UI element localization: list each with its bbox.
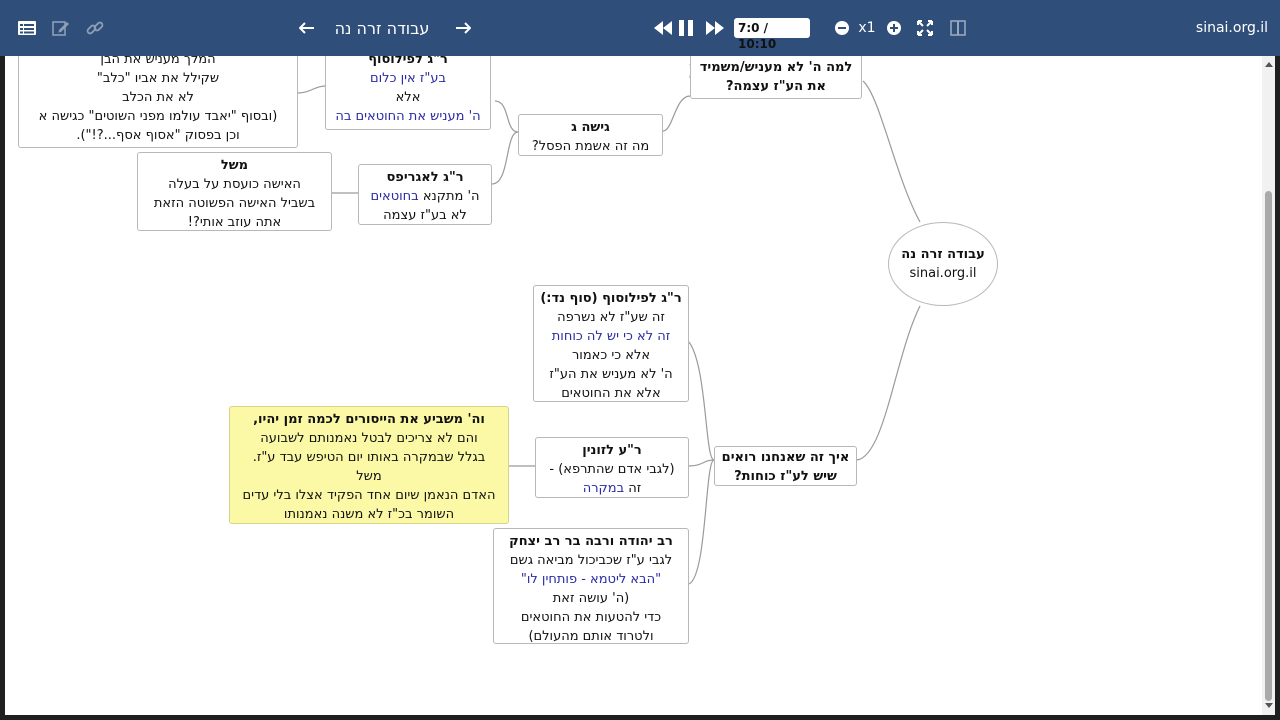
philosopher-top-line3: ה' מעניש את החוטאים בה [335, 109, 481, 124]
mashal-top-title: משל [220, 158, 249, 173]
philosopher-top-title: ר"ג לפילוסוף [368, 56, 448, 67]
king-punishes-son-node[interactable]: המלך מעניש את הבן שקילל את אביו "כלב" לא… [18, 56, 298, 148]
vertical-scrollbar[interactable] [1262, 56, 1275, 715]
mashal-top-line3: אתה עוזב אותי?! [187, 215, 282, 230]
arrow-right-icon[interactable] [450, 0, 476, 56]
arrow-left-icon[interactable] [294, 0, 320, 56]
scroll-thumb[interactable] [1265, 191, 1272, 701]
plus-icon[interactable] [884, 0, 904, 56]
top-left-line2: שקילל את אביו "כלב" [96, 71, 220, 86]
root-node[interactable]: עבודה זרה נה sinai.org.il [888, 222, 998, 306]
mashal-top-node[interactable]: משל האישה כועסת על בעלה בשביל האישה הפשו… [137, 152, 332, 231]
top-toolbar: עבודה זרה נה 7:0 / 10:10 x1 sinai.org.il [0, 0, 1280, 56]
page-title: עבודה זרה נה [334, 18, 430, 38]
powers-question-node[interactable]: איך זה שאנחנו רואים שיש לע"ז כוחות? [714, 446, 857, 486]
rav-yehuda-node[interactable]: רב יהודה ורבה בר רב יצחק לגבי ע"ז שכביכו… [493, 528, 689, 644]
philosopher-end-title: ר"ג לפילוסוף (סוף נד:) [540, 291, 682, 306]
split-view-icon[interactable] [946, 0, 970, 56]
oath-note-line1: והם לא צריכים לבטל נאמנותם לשבועה [260, 431, 478, 446]
oath-note-line5: השומר בכ"ז לא משנה נאמנותו [283, 507, 455, 522]
pause-icon[interactable] [675, 0, 697, 56]
rewind-icon[interactable] [650, 0, 676, 56]
window-frame-bottom [0, 715, 1280, 720]
agrippas-line1-b: בחוטאים [370, 189, 419, 204]
rav-yehuda-line3: (ה' עושה זאת [552, 591, 630, 606]
list-icon[interactable] [14, 0, 40, 56]
top-left-line5: וכן בפסוק "אסוף אסף...?!"). [76, 128, 240, 143]
oath-note-line3: משל [356, 469, 382, 484]
philosopher-end-line1: זה שע"ז לא נשרפה [557, 310, 665, 325]
philosopher-top-line2: אלא [395, 90, 421, 105]
top-left-line3: לא את הכלב [122, 90, 194, 105]
zunin-title: ר"ע לזונין [582, 443, 642, 458]
philosopher-end-line2: זה לא כי יש לה כוחות [551, 329, 671, 344]
link-icon[interactable] [82, 0, 108, 56]
agrippas-title: ר"ג לאגריפס [386, 170, 464, 185]
philosopher-top-node[interactable]: ר"ג לפילוסוף בע"ז אין כלום אלא ה' מעניש … [325, 56, 491, 130]
time-display: 7:0 / 10:10 [734, 0, 810, 56]
rav-yehuda-title: רב יהודה ורבה בר רב יצחק [509, 534, 673, 549]
edit-icon[interactable] [48, 0, 74, 56]
oath-note-line4: האדם הנאמן שיום אחד הפקיד אצלו בלי עדים [242, 488, 496, 503]
minus-icon[interactable] [832, 0, 852, 56]
agrippas-node[interactable]: ר"ג לאגריפס ה' מתקנא בחוטאים לא בע"ז עצמ… [358, 164, 492, 225]
speed-label: x1 [858, 20, 876, 36]
scroll-down-icon[interactable] [1265, 703, 1273, 708]
philosopher-top-line1: בע"ז אין כלום [370, 71, 446, 86]
powers-line2: שיש לע"ז כוחות? [734, 469, 837, 484]
mindmap-canvas[interactable]: עבודה זרה נה sinai.org.il למה ה' לא מעני… [5, 56, 1262, 715]
fast-forward-icon[interactable] [702, 0, 728, 56]
zunin-node[interactable]: ר"ע לזונין (לגבי אדם שהתרפא) - זה במקרה [535, 437, 689, 498]
approach-g-title: גישה ג [571, 120, 610, 135]
why-node-title: למה ה' לא מעניש/משמיד [699, 60, 853, 75]
mashal-top-line1: האישה כועסת על בעלה [168, 177, 301, 192]
why-not-punish-node[interactable]: למה ה' לא מעניש/משמיד את הע"ז עצמה? [690, 56, 862, 99]
agrippas-line2: לא בע"ז עצמה [383, 208, 467, 223]
philosopher-end-line4: ה' לא מעניש את הע"ז [549, 367, 673, 382]
fullscreen-icon[interactable] [914, 0, 936, 56]
philosopher-end-line3: אלא כי כאמור [571, 348, 651, 363]
mashal-top-line2: בשביל האישה הפשוטה הזאת [153, 196, 316, 211]
why-node-line2: את הע"ז עצמה? [726, 79, 826, 94]
root-title: עבודה זרה נה [901, 247, 985, 262]
rav-yehuda-line1: לגבי ע"ז שכביכול מביאה גשם [509, 553, 673, 568]
rav-yehuda-line2: "הבא ליטמא - פותחין לו" [520, 572, 662, 587]
top-left-line4: (ובסוף "יאבד עולמו מפני השוטים" כגישה א [38, 109, 278, 124]
rav-yehuda-line4: כדי להטעות את החוטאים [520, 610, 662, 625]
site-link[interactable]: sinai.org.il [1190, 0, 1274, 56]
zunin-line2-b: במקרה [582, 481, 625, 496]
zunin-line2-a: זה [628, 481, 642, 496]
powers-title: איך זה שאנחנו רואים [721, 450, 850, 465]
philosopher-end-line5: אלא את החוטאים [561, 386, 661, 401]
zunin-line1: (לגבי אדם שהתרפא) - [549, 462, 675, 477]
rav-yehuda-line5: ולטרוד אותם מהעולם) [528, 629, 654, 644]
root-subtitle: sinai.org.il [909, 266, 977, 281]
oath-note-title: וה' משביע את הייסורים לכמה זמן יהיו, [253, 412, 485, 427]
approach-g-text: מה זה אשמת הפסל? [531, 139, 650, 154]
philosopher-end-node[interactable]: ר"ג לפילוסוף (סוף נד:) זה שע"ז לא נשרפה … [533, 285, 689, 402]
approach-g-node[interactable]: גישה ג מה זה אשמת הפסל? [518, 114, 663, 156]
top-left-line1: המלך מעניש את הבן [100, 56, 216, 67]
oath-note-node[interactable]: וה' משביע את הייסורים לכמה זמן יהיו, והם… [229, 406, 509, 524]
scroll-up-icon[interactable] [1265, 62, 1273, 67]
window-frame-right [1275, 56, 1280, 720]
agrippas-line1-a: ה' מתקנא [422, 189, 480, 204]
time-readout: 7:0 / 10:10 [734, 18, 810, 51]
oath-note-line2: בגלל שבמקרה באותו יום הטיפש עבד ע"ז. [252, 450, 486, 465]
